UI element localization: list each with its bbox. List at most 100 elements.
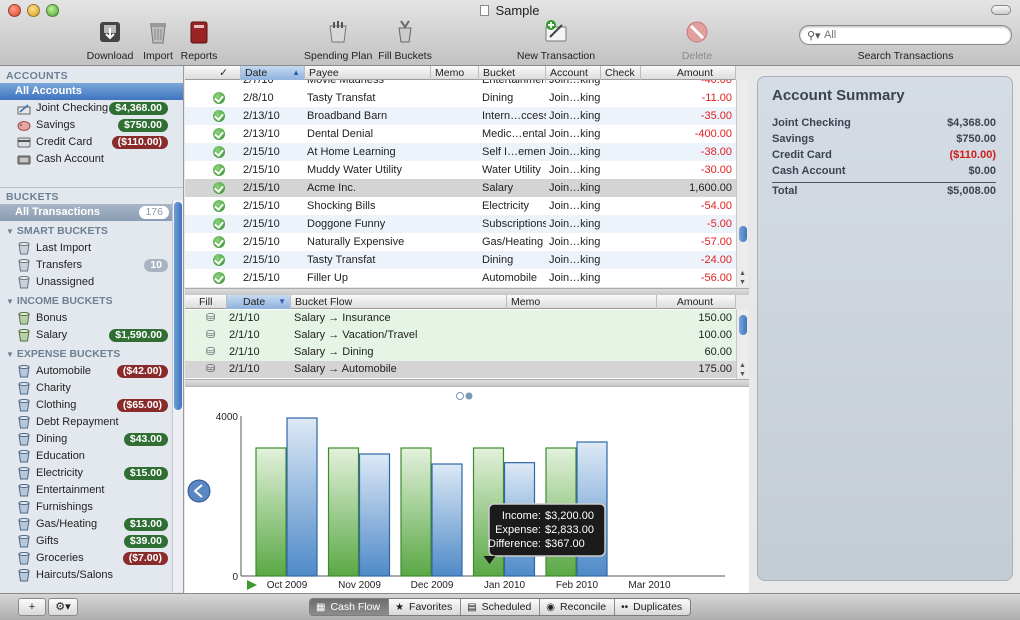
fill-buckets-button[interactable]: Fill Buckets [377, 18, 433, 64]
cleared-check-icon[interactable] [213, 200, 225, 212]
import-button[interactable]: Import [140, 18, 176, 64]
sidebar-item-gifts[interactable]: Gifts $39.00 [0, 533, 183, 550]
cleared-check-icon[interactable] [213, 110, 225, 122]
column-header-flow-date[interactable]: Date ▼ [227, 295, 291, 309]
column-header-account[interactable]: Account [546, 66, 601, 80]
cleared-check-icon[interactable] [213, 236, 225, 248]
column-header-bucket[interactable]: Bucket [479, 66, 546, 80]
tab-reconcile[interactable]: ◉ Reconcile [540, 599, 616, 615]
sidebar-item-credit-card[interactable]: Credit Card ($110.00) [0, 134, 183, 151]
bar-income-2[interactable] [400, 447, 432, 577]
cleared-check-icon[interactable] [213, 92, 225, 104]
sidebar-item-furnishings[interactable]: Furnishings [0, 499, 183, 516]
table-row[interactable]: ⛁ 2/1/10 Salary → Vacation/Travel 100.00 [185, 327, 736, 344]
sidebar-item-joint-checking[interactable]: Joint Checking $4,368.00 [0, 100, 183, 117]
table-row[interactable]: 2/15/10 At Home Learning Self I…ement Join…… [185, 143, 736, 161]
sidebar-item-education[interactable]: Education [0, 448, 183, 465]
tab-favorites[interactable]: ★ Favorites [389, 599, 462, 615]
table-row[interactable]: ⛁ 2/1/10 Salary → Insurance 150.00 [185, 310, 736, 327]
bar-expense-0[interactable] [286, 417, 318, 577]
table-row[interactable]: ⛁ 2/1/10 Salary → Automobile 175.00 [185, 361, 736, 378]
split-divider-lower[interactable] [185, 379, 749, 386]
table-row[interactable]: 2/15/10 Doggone Funny Subscriptions Join…ki… [185, 215, 736, 233]
sidebar-item-last-import[interactable]: Last Import [0, 240, 183, 257]
table-row[interactable]: 2/15/10 Naturally Expensive Gas/Heating Joi… [185, 233, 736, 251]
spending-plan-button[interactable]: Spending Plan [304, 18, 372, 64]
table-row[interactable]: 2/15/10 Tasty Transfat Dining Join…king -24.… [185, 251, 736, 269]
sidebar-item-groceries[interactable]: Groceries ($7.00) [0, 550, 183, 567]
transactions-scroll-thumb[interactable] [739, 226, 747, 242]
table-row[interactable]: 2/8/10 Tasty Transfat Dining Join…king -11.0… [185, 89, 736, 107]
smart-buckets-header[interactable]: ▼ SMART BUCKETS [0, 223, 183, 240]
bar-income-1[interactable] [327, 447, 360, 577]
column-header-bucket-flow[interactable]: Bucket Flow [291, 295, 507, 309]
chart-previous-button[interactable] [187, 479, 211, 503]
sidebar-item-gas-heating[interactable]: Gas/Heating $13.00 [0, 516, 183, 533]
scroll-arrows-icon[interactable]: ▲ ▼ [737, 269, 748, 287]
sidebar-item-all-accounts[interactable]: All Accounts [0, 83, 183, 100]
sidebar-item-salary[interactable]: Salary $1,590.00 [0, 327, 183, 344]
column-header-check-number[interactable]: Check [601, 66, 641, 80]
cleared-check-icon[interactable] [213, 164, 225, 176]
new-transaction-button[interactable]: New Transaction [516, 18, 596, 64]
bucket-flow-scrollbar[interactable]: ▲ ▼ [736, 309, 748, 379]
page-dot[interactable] [456, 392, 464, 400]
bucket-flow-scroll-thumb[interactable] [739, 315, 747, 335]
cleared-check-icon[interactable] [213, 146, 225, 158]
play-icon[interactable] [247, 580, 257, 590]
sidebar-item-savings[interactable]: Savings $750.00 [0, 117, 183, 134]
table-row-partial[interactable]: 2/7/10 Movie Madness Entertainment Join…kin… [185, 80, 736, 89]
expense-buckets-header[interactable]: ▼ EXPENSE BUCKETS [0, 346, 183, 363]
flow-scroll-arrows-icon[interactable]: ▲ ▼ [737, 361, 748, 379]
cleared-check-icon[interactable] [213, 182, 225, 194]
column-header-checked[interactable]: ✓ [185, 66, 241, 80]
column-header-date[interactable]: Date ▲ [241, 66, 305, 80]
sidebar-item-cash-account[interactable]: Cash Account [0, 151, 183, 168]
delete-button[interactable]: Delete [678, 18, 716, 64]
search-input[interactable] [824, 28, 1004, 42]
column-header-payee[interactable]: Payee [305, 66, 431, 80]
table-row[interactable]: 2/15/10 Shocking Bills Electricity Join…kin… [185, 197, 736, 215]
column-header-flow-amount[interactable]: Amount [657, 295, 736, 309]
column-header-memo[interactable]: Memo [431, 66, 479, 80]
add-button[interactable]: + [18, 598, 46, 616]
sidebar-item-clothing[interactable]: Clothing ($65.00) [0, 397, 183, 414]
bar-income-0[interactable] [255, 447, 287, 577]
sidebar-scrollbar[interactable] [172, 200, 183, 592]
sidebar-item-electricity[interactable]: Electricity $15.00 [0, 465, 183, 482]
sidebar-item-all-transactions[interactable]: All Transactions 176 [0, 204, 183, 221]
search-field[interactable]: ⚲▾ [799, 25, 1012, 45]
transactions-scrollbar[interactable]: ▲ ▼ [736, 80, 748, 287]
sidebar-item-haircuts-salons[interactable]: Haircuts/Salons [0, 567, 183, 584]
column-header-fill[interactable]: Fill [185, 295, 227, 309]
bar-expense-1[interactable] [358, 453, 391, 577]
cleared-check-icon[interactable] [213, 218, 225, 230]
bar-expense-2[interactable] [431, 463, 463, 577]
sidebar-item-automobile[interactable]: Automobile ($42.00) [0, 363, 183, 380]
sidebar-item-unassigned[interactable]: Unassigned [0, 274, 183, 291]
income-buckets-header[interactable]: ▼ INCOME BUCKETS [0, 293, 183, 310]
column-header-flow-memo[interactable]: Memo [507, 295, 657, 309]
reports-button[interactable]: Reports [180, 18, 218, 64]
tab-duplicates[interactable]: •• Duplicates [615, 599, 691, 615]
cleared-check-icon[interactable] [213, 272, 225, 284]
tab-cash-flow[interactable]: ▦ Cash Flow [310, 599, 390, 615]
table-row[interactable]: 2/13/10 Dental Denial Medic…ental Join…king… [185, 125, 736, 143]
table-row[interactable]: 2/15/10 Filler Up Automobile Join…king -56.0… [185, 269, 736, 287]
column-header-amount[interactable]: Amount [641, 66, 736, 80]
table-row[interactable]: 2/15/10 Acme Inc. Salary Join…king 1,600.00 [185, 179, 736, 197]
table-row[interactable]: ⛁ 2/1/10 Salary → Dining 60.00 [185, 344, 736, 361]
sidebar-item-transfers[interactable]: Transfers 10 [0, 257, 183, 274]
sidebar-item-dining[interactable]: Dining $43.00 [0, 431, 183, 448]
sidebar-item-bonus[interactable]: Bonus [0, 310, 183, 327]
sidebar-item-debt-repayment[interactable]: Debt Repayment [0, 414, 183, 431]
table-row[interactable]: 2/15/10 Muddy Water Utility Water Utility J… [185, 161, 736, 179]
sidebar-scroll-thumb[interactable] [174, 202, 182, 410]
sidebar-item-charity[interactable]: Charity [0, 380, 183, 397]
page-dot-active[interactable] [465, 392, 473, 400]
table-row[interactable]: 2/13/10 Broadband Barn Intern…ccess Join…ki… [185, 107, 736, 125]
cleared-check-icon[interactable] [213, 254, 225, 266]
download-button[interactable]: Download [86, 18, 134, 64]
action-menu-button[interactable]: ⚙▾ [48, 598, 78, 616]
split-divider[interactable] [185, 288, 749, 295]
